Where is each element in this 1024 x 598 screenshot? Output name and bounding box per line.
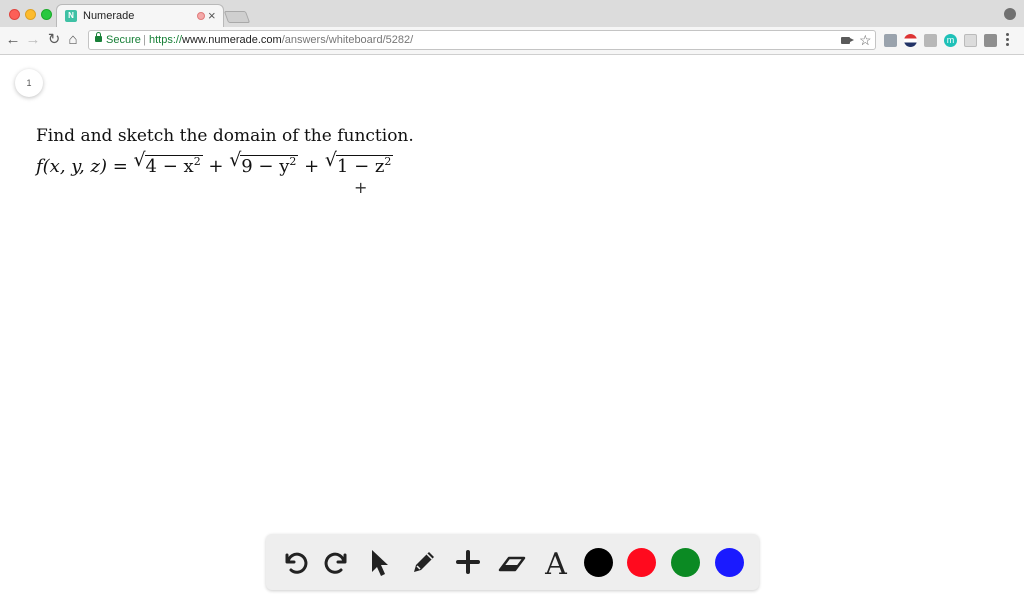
url-text: https://www.numerade.com/answers/whitebo… bbox=[149, 34, 413, 46]
browser-tab[interactable]: N Numerade × bbox=[56, 4, 224, 28]
pencil-icon[interactable] bbox=[408, 546, 440, 578]
extension-icon[interactable] bbox=[884, 34, 897, 47]
bookmark-star-icon[interactable]: ☆ bbox=[859, 32, 872, 49]
crosshair-cursor-icon: + bbox=[354, 178, 368, 197]
page-number-badge[interactable]: 1 bbox=[15, 69, 43, 97]
exponent-2: 2 bbox=[289, 155, 297, 168]
question-block: Find and sketch the domain of the functi… bbox=[36, 125, 414, 180]
add-icon[interactable] bbox=[452, 546, 484, 578]
eraser-icon[interactable] bbox=[496, 546, 528, 578]
address-separator: | bbox=[143, 34, 146, 46]
flag-extension-icon[interactable] bbox=[904, 34, 917, 47]
home-icon[interactable]: ⌂ bbox=[64, 31, 82, 49]
question-text: Find and sketch the domain of the functi… bbox=[36, 126, 414, 146]
address-bar[interactable]: Secure | https://www.numerade.com/answer… bbox=[88, 30, 876, 50]
window-close-button[interactable] bbox=[9, 9, 20, 20]
browser-tab-strip: N Numerade × bbox=[0, 0, 1024, 28]
color-swatch-blue[interactable] bbox=[715, 548, 744, 577]
camera-icon[interactable] bbox=[841, 37, 854, 44]
numerade-favicon-icon: N bbox=[65, 10, 77, 22]
extension-icon[interactable] bbox=[924, 34, 937, 47]
text-icon[interactable]: A bbox=[540, 546, 572, 578]
pointer-icon[interactable] bbox=[364, 546, 396, 578]
formula: f(x, y, z) = 4 − x2 + 9 − y2 + 1 − z2 bbox=[36, 147, 414, 180]
formula-lhs: f(x, y, z) = bbox=[36, 156, 134, 177]
radicand-2: 9 − y bbox=[241, 156, 290, 177]
back-arrow-icon[interactable]: ← bbox=[4, 31, 22, 49]
color-swatch-red[interactable] bbox=[627, 548, 656, 577]
window-maximize-button[interactable] bbox=[41, 9, 52, 20]
exponent-3: 2 bbox=[384, 155, 392, 168]
window-minimize-button[interactable] bbox=[25, 9, 36, 20]
exponent-1: 2 bbox=[193, 155, 201, 168]
recording-indicator-icon[interactable] bbox=[197, 12, 205, 20]
radicand-3: 1 − z bbox=[336, 156, 385, 177]
url-path: /answers/whiteboard/5282/ bbox=[281, 34, 414, 46]
plus-sign: + bbox=[298, 156, 325, 177]
drawing-tool-palette: A bbox=[266, 534, 759, 590]
undo-icon[interactable] bbox=[278, 546, 310, 578]
chrome-menu-icon[interactable] bbox=[1006, 33, 1009, 48]
radicand-1: 4 − x bbox=[145, 156, 194, 177]
secure-label: Secure bbox=[106, 34, 141, 46]
profile-icon[interactable] bbox=[1004, 8, 1016, 20]
m-extension-icon[interactable]: m bbox=[944, 34, 957, 47]
tab-close-icon[interactable]: × bbox=[208, 8, 216, 24]
plus-sign: + bbox=[202, 156, 230, 177]
forward-arrow-icon[interactable]: → bbox=[24, 31, 42, 49]
color-swatch-black[interactable] bbox=[584, 548, 613, 577]
redo-icon[interactable] bbox=[322, 546, 354, 578]
tab-title: Numerade bbox=[83, 10, 135, 22]
extension-icon[interactable] bbox=[964, 34, 977, 47]
text-tool-glyph: A bbox=[544, 547, 567, 578]
sqrt-term-3: 1 − z2 bbox=[325, 147, 394, 180]
url-host: www.numerade.com bbox=[182, 34, 282, 46]
extension-icon[interactable] bbox=[984, 34, 997, 47]
reload-icon[interactable]: ↻ bbox=[45, 31, 63, 49]
sqrt-term-1: 4 − x2 bbox=[134, 147, 203, 180]
new-tab-button[interactable] bbox=[223, 11, 251, 23]
browser-toolbar: ← → ↻ ⌂ Secure | https://www.numerade.co… bbox=[0, 27, 1024, 55]
lock-icon bbox=[95, 32, 102, 42]
sqrt-term-2: 9 − y2 bbox=[229, 147, 299, 180]
url-scheme: https:// bbox=[149, 34, 183, 46]
color-swatch-green[interactable] bbox=[671, 548, 700, 577]
